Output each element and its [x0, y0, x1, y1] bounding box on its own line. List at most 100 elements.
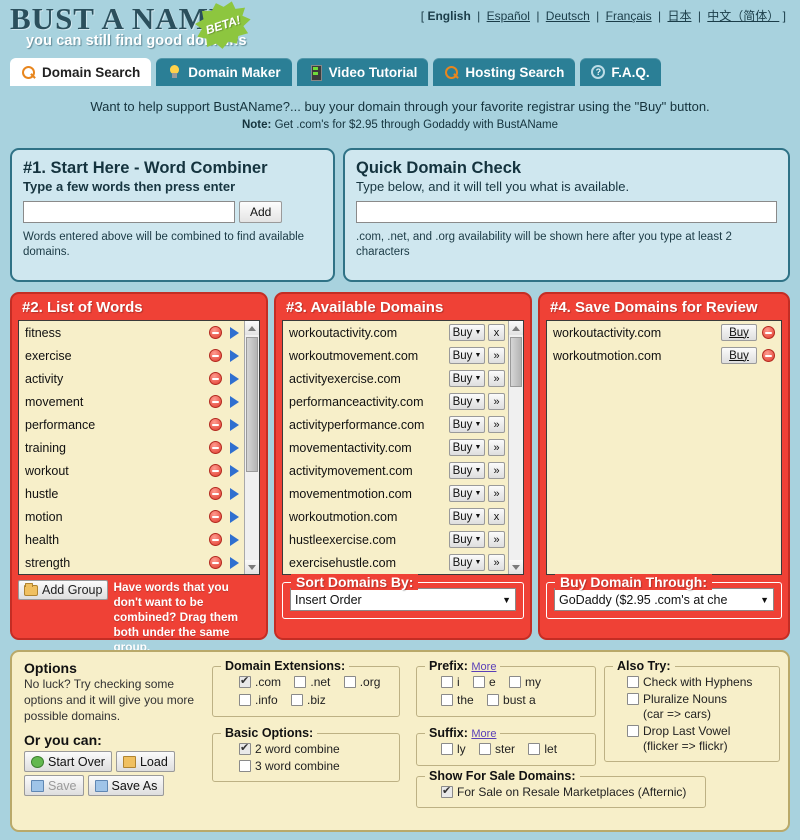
save-domain-button[interactable]: x: [488, 508, 505, 525]
remove-word-icon[interactable]: [209, 418, 222, 431]
expand-word-icon[interactable]: [230, 510, 239, 523]
checkbox-box[interactable]: [627, 725, 639, 737]
checkbox-info[interactable]: .info: [239, 693, 278, 708]
scrollbar-thumb[interactable]: [246, 337, 258, 472]
checkbox-for-sale-afternic[interactable]: For Sale on Resale Marketplaces (Afterni…: [441, 784, 697, 800]
saved-domain-row[interactable]: workoutactivity.com Buy: [547, 321, 781, 344]
tab-hosting-search[interactable]: Hosting Search: [433, 58, 576, 86]
language-japanese[interactable]: 日本: [667, 9, 691, 23]
buy-button[interactable]: Buy ▼: [449, 462, 485, 479]
available-domains-box[interactable]: workoutactivity.com Buy ▼ x workoutmovement.…: [282, 320, 524, 575]
word-list-item[interactable]: activity: [19, 367, 259, 390]
expand-word-icon[interactable]: [230, 533, 239, 546]
available-domains-scrollbar[interactable]: [508, 321, 523, 574]
scroll-up-icon[interactable]: [509, 321, 523, 335]
language-english[interactable]: English: [427, 9, 470, 23]
expand-word-icon[interactable]: [230, 556, 239, 569]
checkbox-box[interactable]: [343, 676, 356, 688]
checkbox-com[interactable]: .com: [239, 674, 281, 690]
word-list-item[interactable]: movement: [19, 390, 259, 413]
checkbox-box[interactable]: [239, 694, 251, 706]
word-list-item[interactable]: motion: [19, 505, 259, 528]
checkbox-box[interactable]: [441, 743, 453, 755]
word-list-item[interactable]: training: [19, 436, 259, 459]
checkbox-suffix-ly[interactable]: ly: [441, 742, 466, 757]
language-deutsch[interactable]: Deutsch: [546, 9, 590, 23]
tab-faq[interactable]: ? F.A.Q.: [580, 58, 661, 86]
language-espanol[interactable]: Español: [487, 9, 530, 23]
buy-button[interactable]: Buy ▼: [449, 554, 485, 571]
save-button[interactable]: Save: [24, 775, 84, 796]
checkbox-prefix-bust-a[interactable]: bust a: [487, 693, 536, 708]
available-domain-row[interactable]: movementmotion.com Buy ▼»: [283, 482, 523, 505]
checkbox-suffix-ster[interactable]: ster: [479, 742, 515, 757]
word-list-box[interactable]: fitness exercise activity movement performan…: [18, 320, 260, 575]
buy-button[interactable]: Buy ▼: [449, 370, 485, 387]
checkbox-biz[interactable]: .biz: [291, 693, 326, 708]
save-domain-button[interactable]: x: [488, 324, 505, 341]
save-domain-button[interactable]: »: [488, 554, 505, 571]
checkbox-2-word-combine[interactable]: 2 word combine: [239, 741, 391, 757]
word-list-item[interactable]: performance: [19, 413, 259, 436]
checkbox-box[interactable]: [509, 676, 522, 688]
checkbox-box[interactable]: [627, 693, 639, 705]
remove-word-icon[interactable]: [209, 441, 222, 454]
prefix-more-link[interactable]: More: [471, 661, 496, 673]
load-button[interactable]: Load: [115, 751, 175, 772]
available-domain-row[interactable]: performanceactivity.com Buy ▼»: [283, 390, 523, 413]
available-domain-row[interactable]: activitymovement.com Buy ▼»: [283, 459, 523, 482]
add-word-button[interactable]: Add: [239, 201, 283, 223]
checkbox-pluralize-nouns[interactable]: Pluralize Nouns (car => cars): [627, 692, 771, 722]
buy-button[interactable]: Buy ▼: [449, 347, 485, 364]
checkbox-box[interactable]: [479, 743, 492, 755]
checkbox-3-word-combine[interactable]: 3 word combine: [239, 759, 391, 774]
save-domain-button[interactable]: »: [488, 370, 505, 387]
checkbox-prefix-e[interactable]: e: [473, 675, 496, 690]
word-combiner-input[interactable]: [23, 201, 235, 223]
buy-button[interactable]: Buy ▼: [449, 485, 485, 502]
buy-button[interactable]: Buy ▼: [449, 393, 485, 410]
remove-saved-domain-icon[interactable]: [762, 326, 775, 339]
language-francais[interactable]: Français: [606, 9, 652, 23]
word-list-scrollbar[interactable]: [244, 321, 259, 574]
registrar-select[interactable]: GoDaddy ($2.95 .com's at che ▼: [554, 588, 774, 611]
saved-domains-box[interactable]: workoutactivity.com Buy workoutmotion.com B…: [546, 320, 782, 575]
available-domain-row[interactable]: activityperformance.com Buy ▼»: [283, 413, 523, 436]
checkbox-check-with-hyphens[interactable]: Check with Hyphens: [627, 675, 771, 690]
word-list-item[interactable]: fitness: [19, 321, 259, 344]
buy-button[interactable]: Buy ▼: [449, 531, 485, 548]
checkbox-box[interactable]: [441, 784, 453, 798]
checkbox-box[interactable]: [487, 694, 500, 706]
tab-domain-search[interactable]: Domain Search: [10, 58, 152, 86]
checkbox-suffix-let[interactable]: let: [528, 742, 557, 757]
tab-video-tutorial[interactable]: Video Tutorial: [296, 58, 429, 86]
word-list-item[interactable]: health: [19, 528, 259, 551]
expand-word-icon[interactable]: [230, 372, 239, 385]
buy-button[interactable]: Buy ▼: [449, 416, 485, 433]
scroll-down-icon[interactable]: [509, 560, 523, 574]
save-domain-button[interactable]: »: [488, 439, 505, 456]
checkbox-box[interactable]: [441, 676, 453, 688]
remove-word-icon[interactable]: [209, 349, 222, 362]
expand-word-icon[interactable]: [230, 418, 239, 431]
available-domain-row[interactable]: workoutactivity.com Buy ▼ x: [283, 321, 523, 344]
checkbox-box[interactable]: [239, 674, 251, 688]
remove-word-icon[interactable]: [209, 487, 222, 500]
save-domain-button[interactable]: »: [488, 462, 505, 479]
remove-word-icon[interactable]: [209, 556, 222, 569]
word-list-item[interactable]: strength: [19, 551, 259, 574]
save-as-button[interactable]: Save As: [87, 775, 165, 796]
remove-word-icon[interactable]: [209, 510, 222, 523]
saved-domain-row[interactable]: workoutmotion.com Buy: [547, 344, 781, 367]
checkbox-box[interactable]: [441, 694, 453, 706]
available-domain-row[interactable]: workoutmotion.com Buy ▼ x: [283, 505, 523, 528]
available-domain-row[interactable]: activityexercise.com Buy ▼»: [283, 367, 523, 390]
available-domain-row[interactable]: workoutmovement.com Buy ▼»: [283, 344, 523, 367]
buy-button[interactable]: Buy: [721, 347, 757, 364]
checkbox-box[interactable]: [291, 694, 304, 706]
checkbox-prefix-the[interactable]: the: [441, 693, 474, 708]
remove-word-icon[interactable]: [209, 395, 222, 408]
remove-word-icon[interactable]: [209, 326, 222, 339]
scroll-up-icon[interactable]: [245, 321, 259, 335]
expand-word-icon[interactable]: [230, 326, 239, 339]
